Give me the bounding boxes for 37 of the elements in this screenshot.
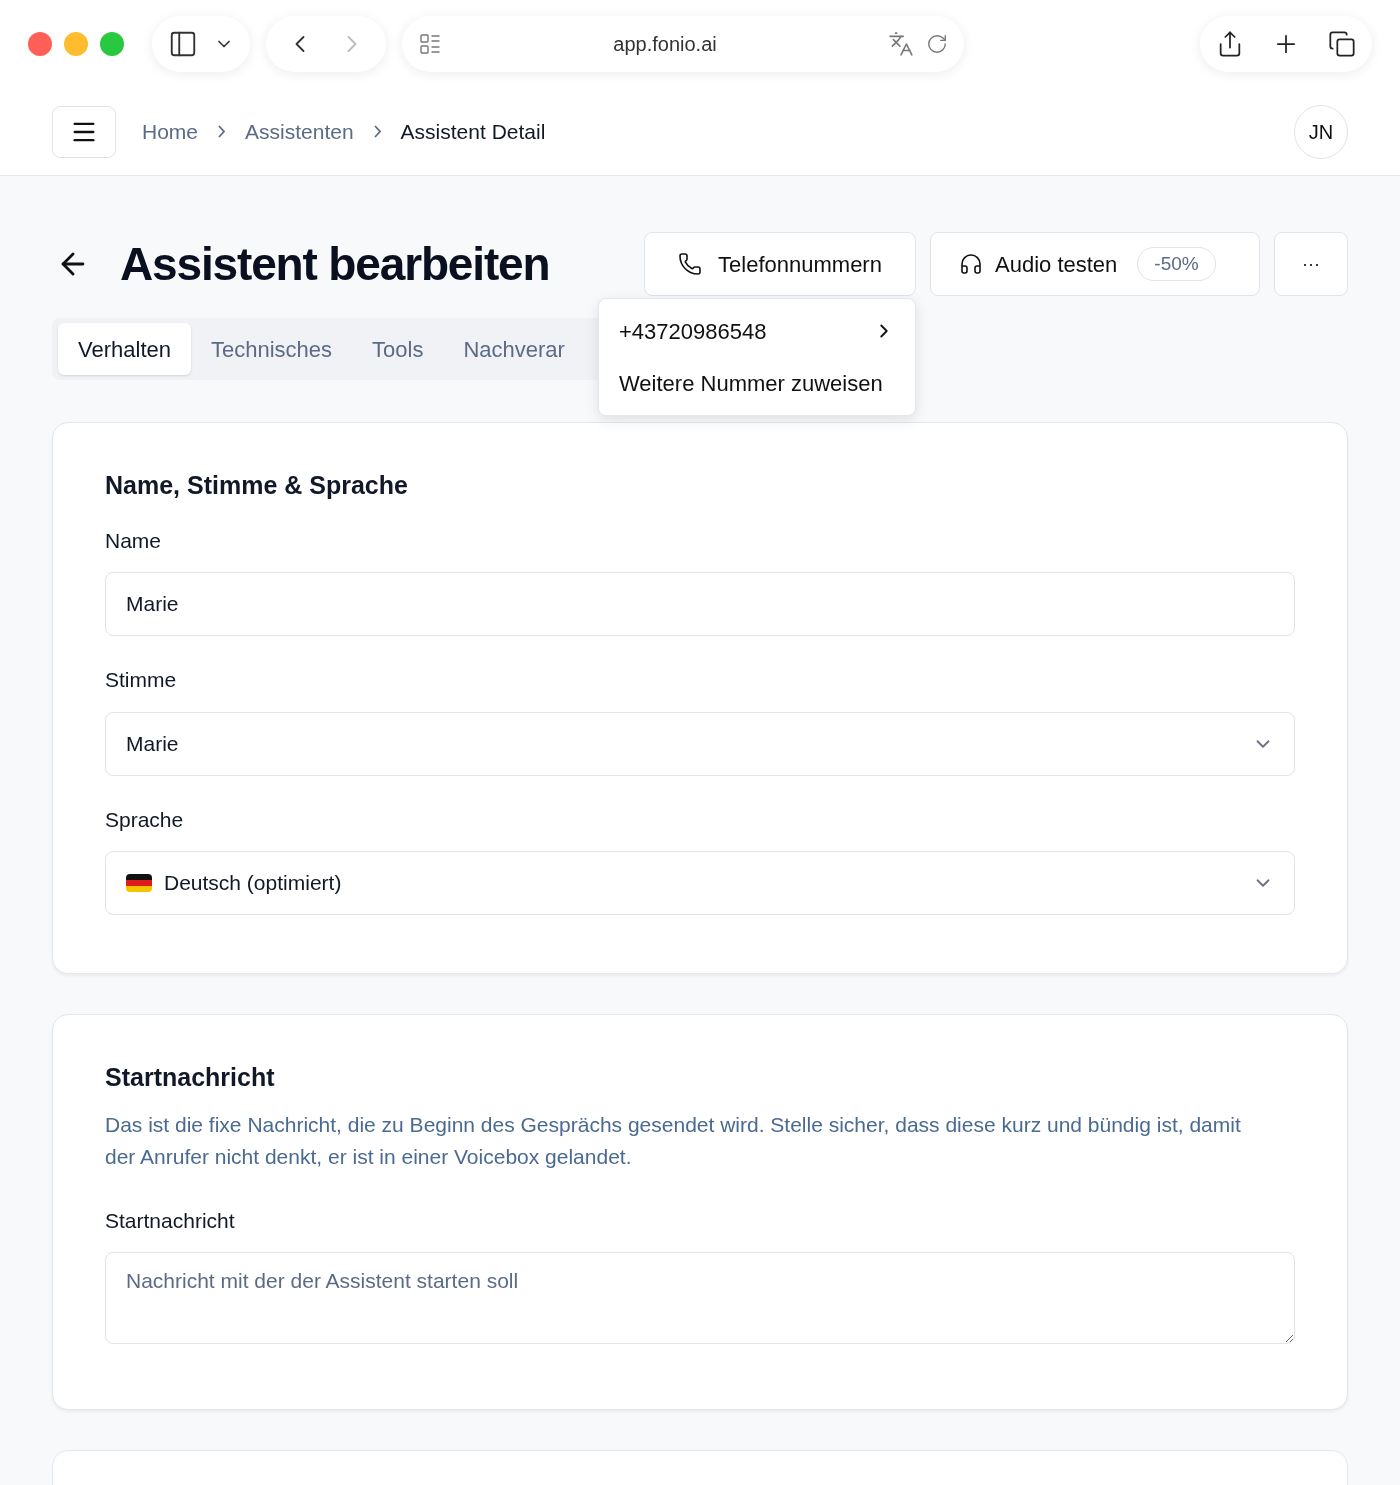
more-button[interactable]: ···: [1274, 232, 1348, 296]
message-textarea[interactable]: Nachricht mit der der Assistent starten soll: [105, 1252, 1295, 1344]
menu-item[interactable]: Weitere Nummer zuweisen: [605, 357, 909, 409]
breadcrumb-link[interactable]: Assistenten: [245, 115, 354, 148]
headphones-icon: [959, 252, 983, 276]
phone-numbers-button[interactable]: Telefonnummern: [644, 232, 916, 296]
select-field[interactable]: Deutsch (optimiert): [105, 851, 1295, 915]
sidebar-icon[interactable]: [168, 29, 198, 59]
tab[interactable]: Nachverar: [443, 323, 585, 375]
tab[interactable]: Verhalten: [58, 323, 191, 375]
address-bar[interactable]: app.fonio.ai: [442, 29, 888, 59]
section-title: Name, Stimme & Sprache: [105, 470, 409, 501]
breadcrumb-link[interactable]: Home: [142, 115, 199, 148]
chevron-right-icon: [373, 125, 381, 138]
tab[interactable]: Technisches: [190, 323, 353, 375]
phone-icon: [678, 252, 703, 276]
section-title: Startnachricht: [105, 1062, 276, 1093]
reload-icon[interactable]: [926, 33, 948, 55]
translate-icon[interactable]: [888, 31, 914, 57]
section-description: Das ist die fixe Nachricht, die zu Beginn des Gesprächs gesendet wird. Stelle sicher, dass diese kurz und bündig ist, damit der Anrufer nicht denkt, er ist in einer Voicebox gelandet.: [105, 1111, 1242, 1170]
user-avatar[interactable]: JN: [1294, 104, 1348, 159]
audio-test-button[interactable]: Audio testen -50%: [930, 232, 1260, 296]
flag-icon: [126, 874, 152, 892]
field-label: Sprache: [105, 806, 184, 833]
field-label: Stimme: [105, 667, 177, 693]
select-field[interactable]: Marie: [105, 711, 1295, 776]
menu-button[interactable]: [52, 105, 116, 158]
tabs-overview-icon[interactable]: [1328, 30, 1356, 58]
name-input[interactable]: Marie: [105, 572, 1295, 636]
field-label: Startnachricht: [105, 1207, 235, 1234]
page-menu-icon[interactable]: [418, 32, 442, 56]
tab[interactable]: Tools: [352, 323, 444, 375]
menu-item[interactable]: +43720986548: [605, 305, 909, 357]
chevron-right-icon: [218, 125, 226, 138]
page-title: Assistent bearbeiten: [120, 236, 550, 292]
field-label: Name: [105, 527, 162, 554]
breadcrumb-link[interactable]: Assistent Detail: [400, 115, 546, 148]
